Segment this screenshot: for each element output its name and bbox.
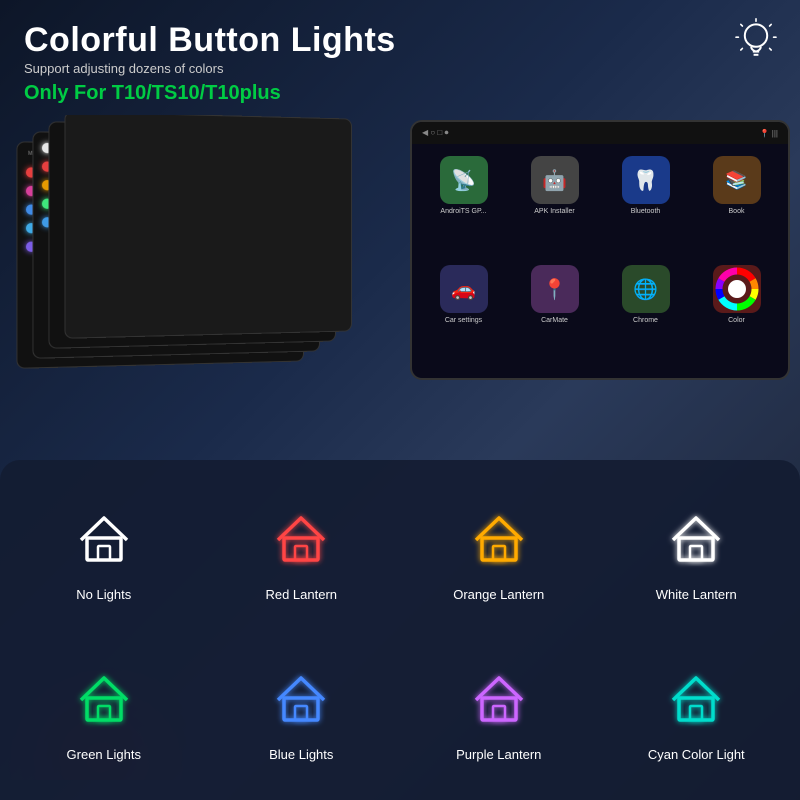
app-icon-chrome[interactable]: 🌐 Chrome bbox=[604, 265, 687, 366]
app-icon-car-settings[interactable]: 🚗 Car settings bbox=[422, 265, 505, 366]
light-label-blue-lights: Blue Lights bbox=[269, 747, 333, 762]
light-option-red-lantern[interactable]: Red Lantern bbox=[208, 480, 396, 630]
tablet-card-4 bbox=[64, 115, 352, 339]
app-grid: 📡 AndroiTS GP... 🤖 bbox=[412, 144, 788, 378]
lights-grid: No Lights Red Lantern bbox=[10, 480, 790, 790]
screen-status-left: ◀ ○ □ ⏺ bbox=[422, 128, 448, 138]
house-icon-red-lantern bbox=[270, 508, 332, 575]
light-label-white-lantern: White Lantern bbox=[656, 587, 737, 602]
hero-section: Colorful Button Lights Support adjusting… bbox=[0, 0, 800, 105]
light-label-red-lantern: Red Lantern bbox=[265, 587, 337, 602]
light-option-white-lantern[interactable]: White Lantern bbox=[603, 480, 791, 630]
light-option-green-lights[interactable]: Green Lights bbox=[10, 640, 198, 790]
house-icon-green-lights bbox=[73, 668, 135, 735]
app-icon-apk[interactable]: 🤖 bbox=[513, 156, 596, 257]
light-option-cyan-color-light[interactable]: Cyan Color Light bbox=[603, 640, 791, 790]
house-icon-purple-lantern bbox=[468, 668, 530, 735]
light-option-blue-lights[interactable]: Blue Lights bbox=[208, 640, 396, 790]
page-subtitle: Support adjusting dozens of colors bbox=[24, 61, 776, 76]
app-icon-androit[interactable]: 📡 AndroiTS GP... bbox=[422, 156, 505, 257]
light-label-no-lights: No Lights bbox=[76, 587, 131, 602]
house-icon-white-lantern bbox=[665, 508, 727, 575]
light-label-orange-lantern: Orange Lantern bbox=[453, 587, 544, 602]
app-icon-carmate[interactable]: 📍 CarMate bbox=[513, 265, 596, 366]
bulb-icon bbox=[732, 18, 780, 71]
app-icon-book[interactable]: 📚 Book bbox=[695, 156, 778, 257]
main-tablet-screen: ◀ ○ □ ⏺ 📍 ||| 📡 AndroiTS GP... 🤖 bbox=[410, 120, 790, 380]
light-option-orange-lantern[interactable]: Orange Lantern bbox=[405, 480, 593, 630]
status-bar: ◀ ○ □ ⏺ 📍 ||| bbox=[412, 122, 788, 144]
screen-status-right: 📍 ||| bbox=[760, 129, 778, 138]
app-icon-color[interactable]: Color bbox=[695, 265, 778, 366]
lights-panel: No Lights Red Lantern bbox=[0, 460, 800, 800]
house-icon-cyan-color-light bbox=[665, 668, 727, 735]
android-screen: ◀ ○ □ ⏺ 📍 ||| 📡 AndroiTS GP... 🤖 bbox=[412, 122, 788, 378]
house-icon-no-lights bbox=[73, 508, 135, 575]
tablet-display-area: MICRST bbox=[0, 115, 800, 435]
light-option-no-lights[interactable]: No Lights bbox=[10, 480, 198, 630]
page-title: Colorful Button Lights bbox=[24, 22, 776, 59]
tablet-stack: MICRST bbox=[20, 115, 340, 375]
light-label-purple-lantern: Purple Lantern bbox=[456, 747, 541, 762]
house-icon-orange-lantern bbox=[468, 508, 530, 575]
app-icon-bluetooth[interactable]: 🦷 Bluetooth bbox=[604, 156, 687, 257]
light-label-cyan-color-light: Cyan Color Light bbox=[648, 747, 745, 762]
house-icon-blue-lights bbox=[270, 668, 332, 735]
light-option-purple-lantern[interactable]: Purple Lantern bbox=[405, 640, 593, 790]
light-label-green-lights: Green Lights bbox=[67, 747, 141, 762]
model-compatibility: Only For T10/TS10/T10plus bbox=[24, 82, 776, 105]
